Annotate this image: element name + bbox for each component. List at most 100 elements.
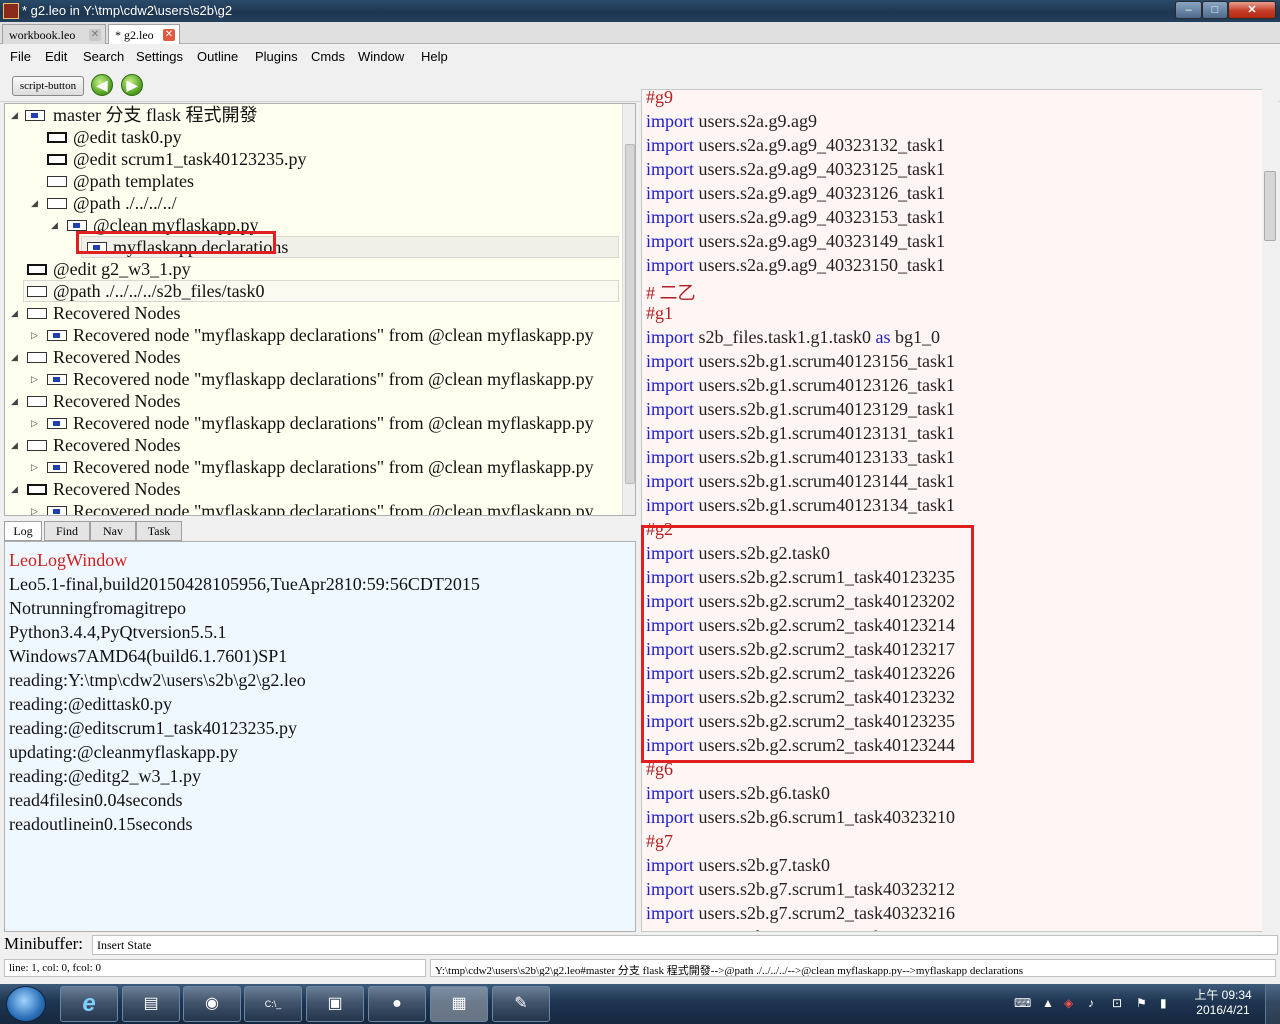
- module-name: users.s2a.g9.ag9_40323149_task1: [698, 231, 945, 251]
- module-name: users.s2b.g7.task0: [698, 855, 831, 875]
- collapsed-triangle-icon[interactable]: ▷: [31, 412, 41, 434]
- menu-search[interactable]: Search: [83, 49, 124, 64]
- internet-explorer-icon[interactable]: e: [60, 986, 118, 1022]
- minibuffer-input[interactable]: Insert State: [92, 935, 1278, 955]
- expanded-triangle-icon[interactable]: ◢: [31, 192, 41, 214]
- import-keyword: import: [646, 927, 699, 931]
- keyboard-icon[interactable]: ⌨: [1014, 996, 1031, 1010]
- clock[interactable]: 上午 09:34 2016/4/21: [1188, 988, 1258, 1018]
- expanded-triangle-icon[interactable]: ◢: [11, 104, 21, 126]
- outline-node[interactable]: ▷ Recovered node "myflaskapp declarations…: [5, 456, 619, 478]
- menu-plugins[interactable]: Plugins: [255, 49, 298, 64]
- outline-pane[interactable]: ◢ master 分支 flask 程式開發 @edit task0.py @edit…: [4, 103, 636, 516]
- tab-close-icon[interactable]: ✕: [163, 29, 175, 41]
- tab-close-icon[interactable]: ✕: [89, 29, 101, 41]
- outline-node[interactable]: ◢ Recovered Nodes: [5, 478, 619, 500]
- comment-line: #g1: [646, 303, 673, 327]
- start-button[interactable]: [6, 986, 46, 1022]
- comment-text: #g7: [646, 831, 673, 851]
- maximize-button[interactable]: □: [1202, 1, 1228, 19]
- collapsed-triangle-icon[interactable]: ▷: [31, 500, 41, 515]
- menu-edit[interactable]: Edit: [45, 49, 67, 64]
- network-icon[interactable]: ⊡: [1112, 996, 1122, 1010]
- expanded-triangle-icon[interactable]: ◢: [11, 478, 21, 500]
- sphere-app-icon[interactable]: ●: [368, 986, 426, 1022]
- expanded-triangle-icon[interactable]: ◢: [51, 214, 61, 236]
- command-prompt-icon[interactable]: C:\_: [244, 986, 302, 1022]
- outline-node-label: master 分支 flask 程式開發: [53, 105, 258, 125]
- power-icon[interactable]: ▮: [1160, 996, 1167, 1010]
- menu-cmds[interactable]: Cmds: [311, 49, 345, 64]
- leo-taskbar-icon[interactable]: ▦: [430, 986, 488, 1022]
- antivirus-icon[interactable]: ◈: [1064, 996, 1073, 1010]
- outline-node-label: @edit scrum1_task40123235.py: [73, 149, 307, 169]
- tab-log[interactable]: Log: [4, 521, 42, 541]
- outline-node[interactable]: ◢ @path ./../../../: [5, 192, 619, 214]
- outline-node[interactable]: ◢ Recovered Nodes: [5, 434, 619, 456]
- outline-node[interactable]: ▷ Recovered node "myflaskapp declarations…: [5, 412, 619, 434]
- expanded-triangle-icon[interactable]: ◢: [11, 302, 21, 324]
- outline-node-label: @path ./../../../: [73, 193, 177, 213]
- menu-help[interactable]: Help: [421, 49, 448, 64]
- menu-file[interactable]: File: [10, 49, 31, 64]
- tab-task[interactable]: Task: [136, 521, 182, 541]
- expanded-triangle-icon[interactable]: ◢: [11, 346, 21, 368]
- expanded-triangle-icon[interactable]: ◢: [11, 390, 21, 412]
- paint-icon[interactable]: ✎: [492, 986, 550, 1022]
- outline-node[interactable]: ◢ Recovered Nodes: [5, 346, 619, 368]
- module-name: users.s2b.g1.scrum40123144_task1: [698, 471, 955, 491]
- comment-line: #g7: [646, 831, 673, 855]
- minimize-button[interactable]: –: [1175, 1, 1202, 19]
- tab-find[interactable]: Find: [44, 521, 90, 541]
- file-explorer-icon[interactable]: ▤: [122, 986, 180, 1022]
- body-editor[interactable]: #g9 import users.s2a.g9.ag9 import users.s…: [641, 89, 1263, 932]
- tab-workbook[interactable]: workbook.leo ✕: [2, 24, 106, 44]
- node-icon: [47, 132, 67, 143]
- outline-node[interactable]: ▷ Recovered node "myflaskapp declarations…: [5, 368, 619, 390]
- outline-node[interactable]: @edit scrum1_task40123235.py: [5, 148, 619, 170]
- import-keyword: import: [646, 255, 699, 275]
- tab-g2[interactable]: * g2.leo ✕: [108, 24, 180, 44]
- outline-scrollbar[interactable]: [622, 104, 635, 515]
- outline-node[interactable]: ▷ Recovered node "myflaskapp declarations…: [5, 324, 619, 346]
- menu-settings[interactable]: Settings: [136, 49, 183, 64]
- outline-highlight-box: [76, 231, 276, 254]
- window-app-icon[interactable]: ▣: [306, 986, 364, 1022]
- module-name: users.s2b.g6.task0: [698, 783, 831, 803]
- expanded-triangle-icon[interactable]: ◢: [11, 434, 21, 456]
- menu-outline[interactable]: Outline: [197, 49, 238, 64]
- tab-nav[interactable]: Nav: [90, 521, 136, 541]
- tray-expand-icon[interactable]: ▲: [1042, 996, 1054, 1010]
- collapsed-triangle-icon[interactable]: ▷: [31, 456, 41, 478]
- scrollbar-thumb[interactable]: [625, 144, 635, 484]
- collapsed-triangle-icon[interactable]: ▷: [31, 324, 41, 346]
- scrollbar-thumb[interactable]: [1264, 171, 1276, 241]
- node-icon: [47, 506, 67, 515]
- close-button[interactable]: ✕: [1228, 1, 1276, 19]
- import-keyword: import: [646, 783, 699, 803]
- node-icon: [27, 440, 47, 451]
- outline-node-label: Recovered Nodes: [53, 303, 181, 323]
- forward-arrow-icon[interactable]: ▶: [121, 74, 143, 96]
- outline-node[interactable]: ▷ Recovered node "myflaskapp declarations…: [5, 500, 619, 515]
- outline-node[interactable]: ◢ Recovered Nodes: [5, 302, 619, 324]
- comment-text: #g9: [646, 89, 673, 107]
- outline-node[interactable]: @path templates: [5, 170, 619, 192]
- show-desktop-button[interactable]: [1265, 984, 1280, 1024]
- outline-node[interactable]: ◢ Recovered Nodes: [5, 390, 619, 412]
- chrome-icon[interactable]: ◉: [183, 986, 241, 1022]
- node-icon: [47, 176, 67, 187]
- volume-icon[interactable]: ♪: [1088, 996, 1094, 1010]
- outline-node[interactable]: @edit g2_w3_1.py: [5, 258, 619, 280]
- outline-node[interactable]: ◢ master 分支 flask 程式開發: [5, 104, 619, 126]
- menu-window[interactable]: Window: [358, 49, 404, 64]
- log-pane[interactable]: LeoLogWindow Leo5.1-final,build2015042810…: [4, 541, 636, 932]
- outline-node[interactable]: @path ./../../../s2b_files/task0: [5, 280, 619, 302]
- body-scrollbar[interactable]: [1262, 89, 1278, 932]
- action-center-icon[interactable]: ⚑: [1136, 996, 1147, 1010]
- import-keyword: import: [646, 351, 699, 371]
- back-arrow-icon[interactable]: ◀: [91, 74, 113, 96]
- outline-node[interactable]: @edit task0.py: [5, 126, 619, 148]
- script-button[interactable]: script-button: [12, 76, 84, 96]
- collapsed-triangle-icon[interactable]: ▷: [31, 368, 41, 390]
